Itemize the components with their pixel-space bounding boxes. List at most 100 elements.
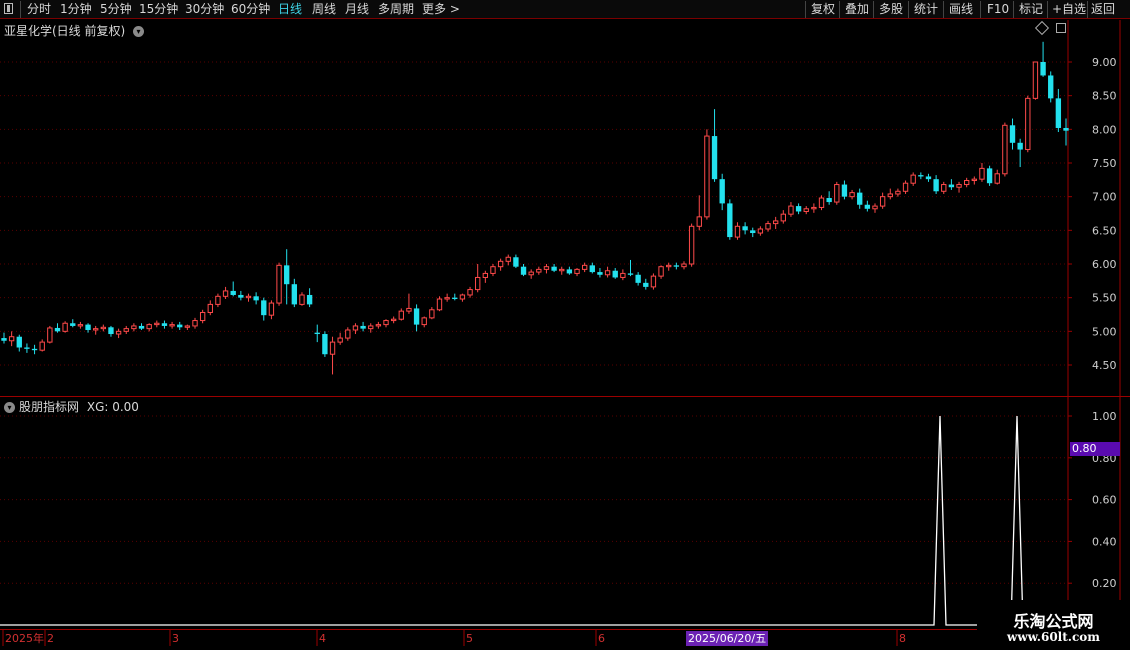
candle-body	[253, 296, 259, 301]
candle-body	[505, 256, 511, 262]
candle-body	[436, 298, 443, 311]
candle-body	[620, 272, 626, 278]
candle-body	[956, 184, 962, 188]
candle-body	[138, 325, 145, 329]
candle-body	[566, 269, 573, 274]
candle-body	[24, 347, 30, 349]
candle-body	[383, 320, 389, 326]
f10-button[interactable]: F10	[987, 2, 1009, 16]
cursor-value-badge: 0.80	[1070, 442, 1120, 456]
watermark-url: www.60lt.com	[1007, 630, 1100, 644]
candle-body	[895, 190, 901, 195]
date-tick-label: 2	[47, 632, 54, 645]
candle-body	[765, 223, 771, 230]
candle-body	[1002, 124, 1008, 175]
period-tab-more[interactable]: 更多 >	[422, 2, 460, 16]
toolbar-divider	[873, 1, 874, 18]
chevron-down-icon[interactable]: ▾	[133, 26, 145, 37]
price-tick-label: 8.50	[1092, 90, 1117, 103]
candle-body	[329, 341, 336, 355]
candle-body	[574, 268, 580, 274]
candle-body	[93, 328, 99, 331]
toolbar-divider	[1047, 1, 1048, 18]
back-button[interactable]: 返回	[1091, 2, 1115, 16]
period-tab-fenshi[interactable]: 分时	[27, 2, 51, 16]
mark-button[interactable]: 标记	[1019, 2, 1043, 16]
candle-body	[398, 310, 404, 320]
candle-body	[368, 325, 374, 330]
candle-body	[482, 272, 489, 278]
period-tab-60min[interactable]: 60分钟	[231, 2, 270, 16]
candle-body	[627, 273, 634, 275]
candle-body	[215, 295, 221, 305]
candle-body	[688, 225, 695, 265]
stock-chart[interactable]: 9.00 8.50 8.00 7.50 7.00 6.50 6.00 5.50 5.00 4.50…	[0, 0, 1130, 650]
window-toggle-icon[interactable]	[1056, 23, 1066, 33]
candle-body	[635, 274, 641, 283]
multi-stock-button[interactable]: 多股	[879, 2, 903, 16]
candle-body	[536, 268, 542, 273]
period-tab-15min[interactable]: 15分钟	[139, 2, 178, 16]
candle-body	[971, 178, 977, 182]
candle-body	[299, 294, 305, 305]
diamond-icon[interactable]	[1034, 20, 1050, 36]
candle-body	[1048, 75, 1054, 99]
period-tab-30min[interactable]: 30分钟	[185, 2, 224, 16]
period-tab-daily[interactable]: 日线	[278, 2, 302, 16]
candle-body	[666, 264, 672, 268]
candle-body	[1032, 61, 1039, 99]
candle-body	[39, 341, 45, 351]
candle-body	[108, 327, 114, 335]
candle-body	[887, 193, 893, 198]
candle-body	[948, 184, 955, 188]
period-tab-1min[interactable]: 1分钟	[60, 2, 92, 16]
candle-body	[230, 290, 236, 295]
stats-button[interactable]: 统计	[914, 2, 938, 16]
candle-body	[375, 324, 382, 327]
period-tab-monthly[interactable]: 月线	[345, 2, 369, 16]
candle-body	[597, 272, 603, 275]
toolbar-divider	[805, 1, 806, 18]
candle-body	[589, 265, 595, 273]
candle-body	[1040, 62, 1046, 76]
candle-body	[788, 205, 794, 215]
period-tab-5min[interactable]: 5分钟	[100, 2, 132, 16]
fuquan-button[interactable]: 复权	[811, 2, 835, 16]
date-tick-label: 6	[598, 632, 605, 645]
candle-body	[238, 294, 244, 298]
candle-body	[658, 266, 664, 277]
candle-body	[864, 204, 871, 209]
candle-body	[772, 220, 779, 225]
candle-body	[941, 184, 947, 192]
candle-body	[444, 297, 450, 300]
indicator-panel-title: ▾ 股朋指标网 XG: 0.00	[4, 398, 139, 415]
overlay-button[interactable]: 叠加	[845, 2, 869, 16]
candle-body	[31, 348, 38, 351]
candle-body	[910, 174, 916, 184]
candle-body	[757, 228, 764, 234]
add-watchlist-button[interactable]: +自选	[1052, 2, 1086, 16]
chevron-down-icon[interactable]: ▾	[4, 402, 15, 413]
candle-body	[54, 327, 61, 332]
candle-body	[8, 336, 15, 342]
candle-body	[177, 324, 183, 328]
candle-body	[803, 208, 809, 212]
price-tick-label: 5.00	[1092, 325, 1117, 338]
candle-body	[161, 323, 168, 326]
toolbar-divider	[20, 1, 21, 18]
candle-body	[528, 271, 534, 276]
candle-body	[413, 308, 420, 325]
candle-body	[352, 325, 359, 331]
candle-body	[711, 136, 718, 180]
period-tab-multi[interactable]: 多周期	[378, 2, 414, 16]
draw-line-button[interactable]: 画线	[949, 2, 973, 16]
toolbar-divider	[839, 1, 840, 18]
candle-body	[475, 276, 481, 291]
candle-body	[284, 265, 290, 285]
candle-body	[490, 266, 496, 274]
indicator-tick-label: 1.00	[1092, 410, 1117, 423]
candle-body	[184, 325, 191, 328]
period-tab-weekly[interactable]: 周线	[312, 2, 336, 16]
layout-toggle-icon[interactable]	[4, 3, 13, 14]
toolbar-divider	[943, 1, 944, 18]
